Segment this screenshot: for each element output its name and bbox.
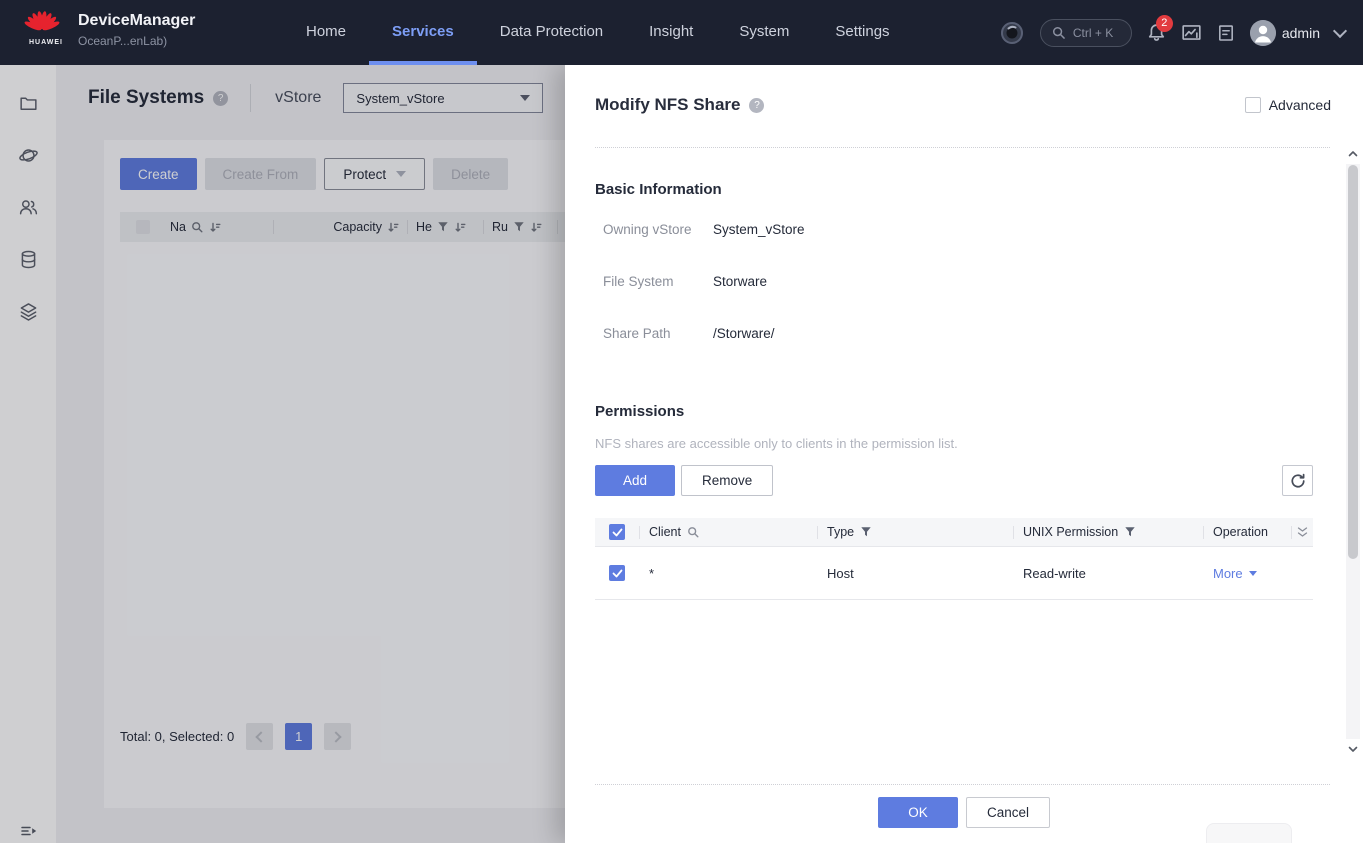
permissions-table: Client Type UNIX Permission Operation * … [595,518,1313,600]
divider [595,147,1330,148]
ok-button[interactable]: OK [878,797,958,828]
device-name: OceanP...enLab) [78,34,195,48]
permissions-table-header: Client Type UNIX Permission Operation [595,518,1313,547]
nav-home[interactable]: Home [283,0,369,65]
topbar: HUAWEI DeviceManager OceanP...enLab) Hom… [0,0,1363,65]
nav-data-protection[interactable]: Data Protection [477,0,626,65]
huawei-logo-icon [24,8,68,38]
performance-alert-icon[interactable] [1181,23,1202,42]
huawei-logo-text: HUAWEI [24,39,68,46]
drawer-title: Modify NFS Share [595,95,740,115]
modify-nfs-share-drawer: Modify NFS Share Advanced Basic Informat… [565,65,1363,843]
advanced-checkbox[interactable] [1245,97,1261,113]
filter-icon[interactable] [1124,526,1136,538]
modal-overlay [0,65,565,843]
main-nav: Home Services Data Protection Insight Sy… [283,0,913,65]
column-client[interactable]: Client [639,518,817,546]
nav-settings[interactable]: Settings [812,0,912,65]
more-actions-link[interactable]: More [1213,566,1257,581]
search-shortcut: Ctrl + K [1073,26,1113,40]
row-checkbox[interactable] [609,565,625,581]
refresh-icon [1290,473,1306,489]
scroll-down-icon[interactable] [1347,743,1359,755]
app-title: DeviceManager [78,12,195,30]
column-operation[interactable]: Operation [1203,518,1291,546]
brand: HUAWEI DeviceManager OceanP...enLab) [24,8,195,48]
select-all-checkbox[interactable] [609,524,625,540]
field-share-path: Share Path /Storware/ [603,326,775,341]
user-avatar-icon [1250,20,1276,46]
dropdown-caret-icon [1249,571,1257,576]
device-status-icon[interactable] [999,20,1025,46]
scrollbar-thumb[interactable] [1348,165,1358,559]
field-owning-vstore: Owning vStore System_vStore [603,222,805,237]
basic-information-heading: Basic Information [595,181,722,198]
cell-type: Host [817,547,1013,599]
drawer-scrollbar[interactable] [1345,148,1361,755]
permissions-heading: Permissions [595,403,684,420]
nav-insight[interactable]: Insight [626,0,716,65]
filter-icon[interactable] [860,526,872,538]
column-unix-permission[interactable]: UNIX Permission [1013,518,1203,546]
global-search[interactable]: Ctrl + K [1040,19,1132,47]
username: admin [1282,25,1320,41]
active-tab-underline [369,61,477,65]
help-icon[interactable] [749,98,764,113]
search-icon [1052,26,1066,40]
cancel-button[interactable]: Cancel [966,797,1050,828]
divider [595,784,1330,785]
permission-row[interactable]: * Host Read-write More [595,547,1313,600]
notification-badge: 2 [1156,15,1173,32]
add-button[interactable]: Add [595,465,675,496]
cell-unix-permission: Read-write [1013,547,1203,599]
event-log-icon[interactable] [1217,24,1235,42]
remove-button[interactable]: Remove [681,465,773,496]
advanced-label: Advanced [1269,97,1331,113]
notifications-bell-icon[interactable]: 2 [1147,23,1166,42]
refresh-button[interactable] [1282,465,1313,496]
column-type[interactable]: Type [817,518,1013,546]
user-menu[interactable]: admin [1250,20,1320,46]
advanced-toggle[interactable]: Advanced [1245,97,1331,113]
cell-client: * [639,547,817,599]
nav-services[interactable]: Services [369,0,477,65]
floating-widget[interactable] [1206,823,1292,843]
field-file-system: File System Storware [603,274,767,289]
user-chevron-down-icon[interactable] [1335,30,1345,36]
nav-system[interactable]: System [716,0,812,65]
search-icon[interactable] [687,526,700,539]
scroll-up-icon[interactable] [1347,148,1359,160]
column-settings-icon[interactable] [1291,518,1313,546]
permissions-hint: NFS shares are accessible only to client… [595,436,958,451]
